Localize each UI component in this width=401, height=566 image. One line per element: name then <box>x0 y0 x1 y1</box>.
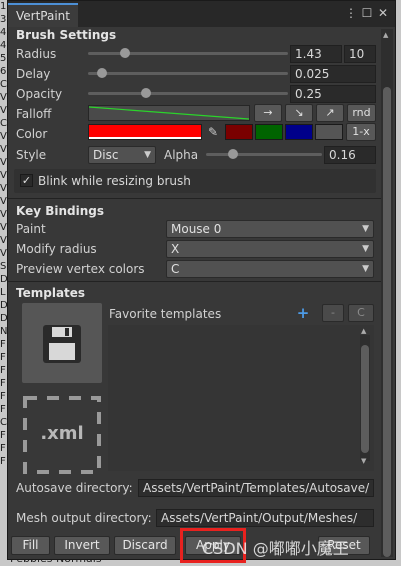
autosave-label: Autosave directory: <box>16 481 133 495</box>
window-titlebar: VertPaint ⋮ ☐ ✕ <box>8 1 395 27</box>
style-dropdown-value: Disc <box>93 148 119 162</box>
chevron-down-icon: ▼ <box>362 244 369 254</box>
chevron-down-icon: ▼ <box>362 224 369 234</box>
section-divider <box>8 281 383 282</box>
autosave-field[interactable]: Assets/VertPaint/Templates/Autosave/ <box>138 479 374 497</box>
delay-label: Delay <box>16 67 51 81</box>
alpha-slider-track[interactable] <box>206 153 322 156</box>
opacity-label: Opacity <box>16 87 63 101</box>
mesh-output-field[interactable]: Assets/VertPaint/Output/Meshes/ <box>156 509 374 527</box>
alpha-field[interactable]: 0.16 <box>324 146 376 164</box>
modify-radius-key-dropdown[interactable]: X ▼ <box>166 240 374 258</box>
opacity-field[interactable]: 0.25 <box>290 85 376 103</box>
discard-button[interactable]: Discard <box>114 536 176 555</box>
favorite-templates-list[interactable] <box>108 325 374 471</box>
templates-scrollbar-thumb[interactable] <box>361 345 369 453</box>
blink-checkbox[interactable]: ✓ <box>20 174 33 187</box>
more-options-icon[interactable]: ⋮ <box>344 6 358 20</box>
blink-label: Blink while resizing brush <box>38 174 191 188</box>
scroll-up-icon[interactable]: ▲ <box>361 327 366 335</box>
delay-slider-thumb[interactable] <box>97 68 107 78</box>
favorite-templates-label: Favorite templates <box>109 307 222 321</box>
delay-slider-track[interactable] <box>88 72 288 75</box>
window-title: VertPaint <box>16 9 70 23</box>
color-swatch-dark-red[interactable] <box>225 124 253 140</box>
color-label: Color <box>16 127 48 141</box>
falloff-label: Falloff <box>16 107 52 121</box>
style-label: Style <box>16 148 47 162</box>
chevron-down-icon: ▼ <box>144 150 151 160</box>
mesh-output-label: Mesh output directory: <box>16 511 152 525</box>
radius-label: Radius <box>16 47 57 61</box>
invert-button[interactable]: Invert <box>54 536 110 555</box>
maximize-icon[interactable]: ☐ <box>360 6 374 20</box>
modify-radius-key-value: X <box>171 242 180 256</box>
radius-slider-track[interactable] <box>88 52 288 55</box>
load-xml-button[interactable]: .xml <box>22 395 102 475</box>
remove-template-button[interactable]: - <box>322 304 344 322</box>
paint-key-label: Paint <box>16 222 46 236</box>
paint-key-value: Mouse 0 <box>171 222 222 236</box>
style-dropdown[interactable]: Disc ▼ <box>88 146 156 164</box>
opacity-slider-thumb[interactable] <box>141 88 151 98</box>
close-icon[interactable]: ✕ <box>376 6 390 20</box>
window-scrollbar[interactable]: ▲ <box>381 29 393 557</box>
alpha-slider-thumb[interactable] <box>227 149 238 159</box>
templates-title: Templates <box>16 286 86 300</box>
watermark: CSDN @嘟嘟小魔王 <box>202 539 349 558</box>
falloff-curve-line <box>89 106 249 120</box>
delay-field[interactable]: 0.025 <box>290 65 376 83</box>
color-swatch-grey[interactable] <box>315 124 343 140</box>
alpha-label: Alpha <box>164 148 199 162</box>
opacity-slider-track[interactable] <box>88 92 288 95</box>
brush-settings-title: Brush Settings <box>16 28 117 42</box>
preview-colors-key-value: C <box>171 262 180 276</box>
blink-row: ✓ Blink while resizing brush <box>14 169 376 193</box>
vertpaint-window: VertPaint ⋮ ☐ ✕ Brush Settings Radius 1.… <box>7 0 396 560</box>
chevron-down-icon: ▼ <box>362 264 369 274</box>
save-template-button[interactable] <box>22 303 102 383</box>
add-template-button[interactable]: + <box>296 304 310 322</box>
section-divider <box>8 198 383 199</box>
color-swatch-dark-blue[interactable] <box>285 124 313 140</box>
invert-color-button[interactable]: 1-x <box>346 123 376 141</box>
paint-key-dropdown[interactable]: Mouse 0 ▼ <box>166 220 374 238</box>
window-tab[interactable]: VertPaint <box>8 3 78 27</box>
falloff-up-button[interactable]: ↗ <box>316 104 344 122</box>
window-scrollbar-thumb[interactable] <box>383 87 391 557</box>
floppy-disk-icon <box>43 325 81 363</box>
xml-label: .xml <box>40 423 84 444</box>
falloff-curve[interactable] <box>88 105 250 121</box>
color-field[interactable] <box>88 124 202 140</box>
clear-templates-button[interactable]: C <box>348 304 374 322</box>
color-swatch-dark-green[interactable] <box>255 124 283 140</box>
falloff-linear-button[interactable]: → <box>254 104 282 122</box>
preview-colors-key-dropdown[interactable]: C ▼ <box>166 260 374 278</box>
falloff-random-button[interactable]: rnd <box>347 104 376 122</box>
radius-field[interactable]: 1.43 <box>290 45 342 63</box>
fill-button[interactable]: Fill <box>11 536 50 555</box>
falloff-down-button[interactable]: ↘ <box>285 104 313 122</box>
color-alpha-bar <box>89 137 201 139</box>
key-bindings-title: Key Bindings <box>16 204 105 218</box>
scroll-up-icon[interactable]: ▲ <box>383 31 388 39</box>
eyedropper-icon[interactable]: ✎ <box>205 124 221 140</box>
radius-slider-thumb[interactable] <box>119 48 130 58</box>
preview-colors-key-label: Preview vertex colors <box>16 262 145 276</box>
radius-max-field[interactable]: 10 <box>344 45 376 63</box>
modify-radius-key-label: Modify radius <box>16 242 97 256</box>
scroll-down-icon[interactable]: ▼ <box>361 457 366 465</box>
templates-list-scrollbar[interactable]: ▲ ▼ <box>360 327 370 465</box>
